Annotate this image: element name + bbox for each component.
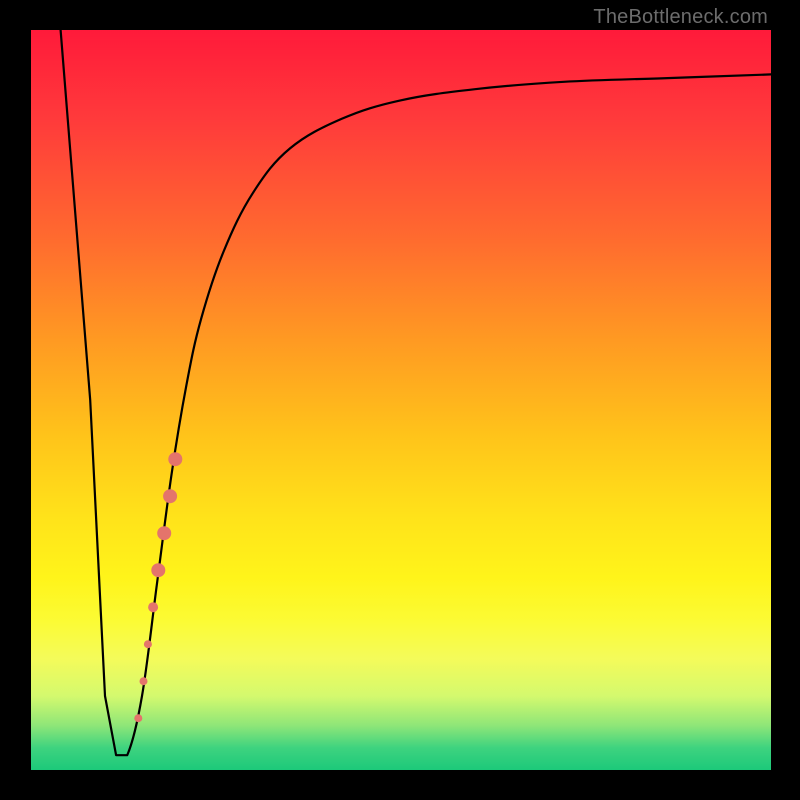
highlight-dots	[134, 452, 182, 722]
bottleneck-curve	[61, 30, 771, 755]
highlight-dot	[163, 489, 177, 503]
highlight-dot	[148, 602, 158, 612]
highlight-dot	[168, 452, 182, 466]
highlight-dot	[157, 526, 171, 540]
highlight-dot	[134, 714, 142, 722]
plot-area	[31, 30, 771, 770]
chart-frame: TheBottleneck.com	[0, 0, 800, 800]
highlight-dot	[140, 677, 148, 685]
highlight-dot	[144, 640, 152, 648]
highlight-dot	[151, 563, 165, 577]
watermark-text: TheBottleneck.com	[593, 6, 768, 29]
curve-svg	[31, 30, 771, 770]
